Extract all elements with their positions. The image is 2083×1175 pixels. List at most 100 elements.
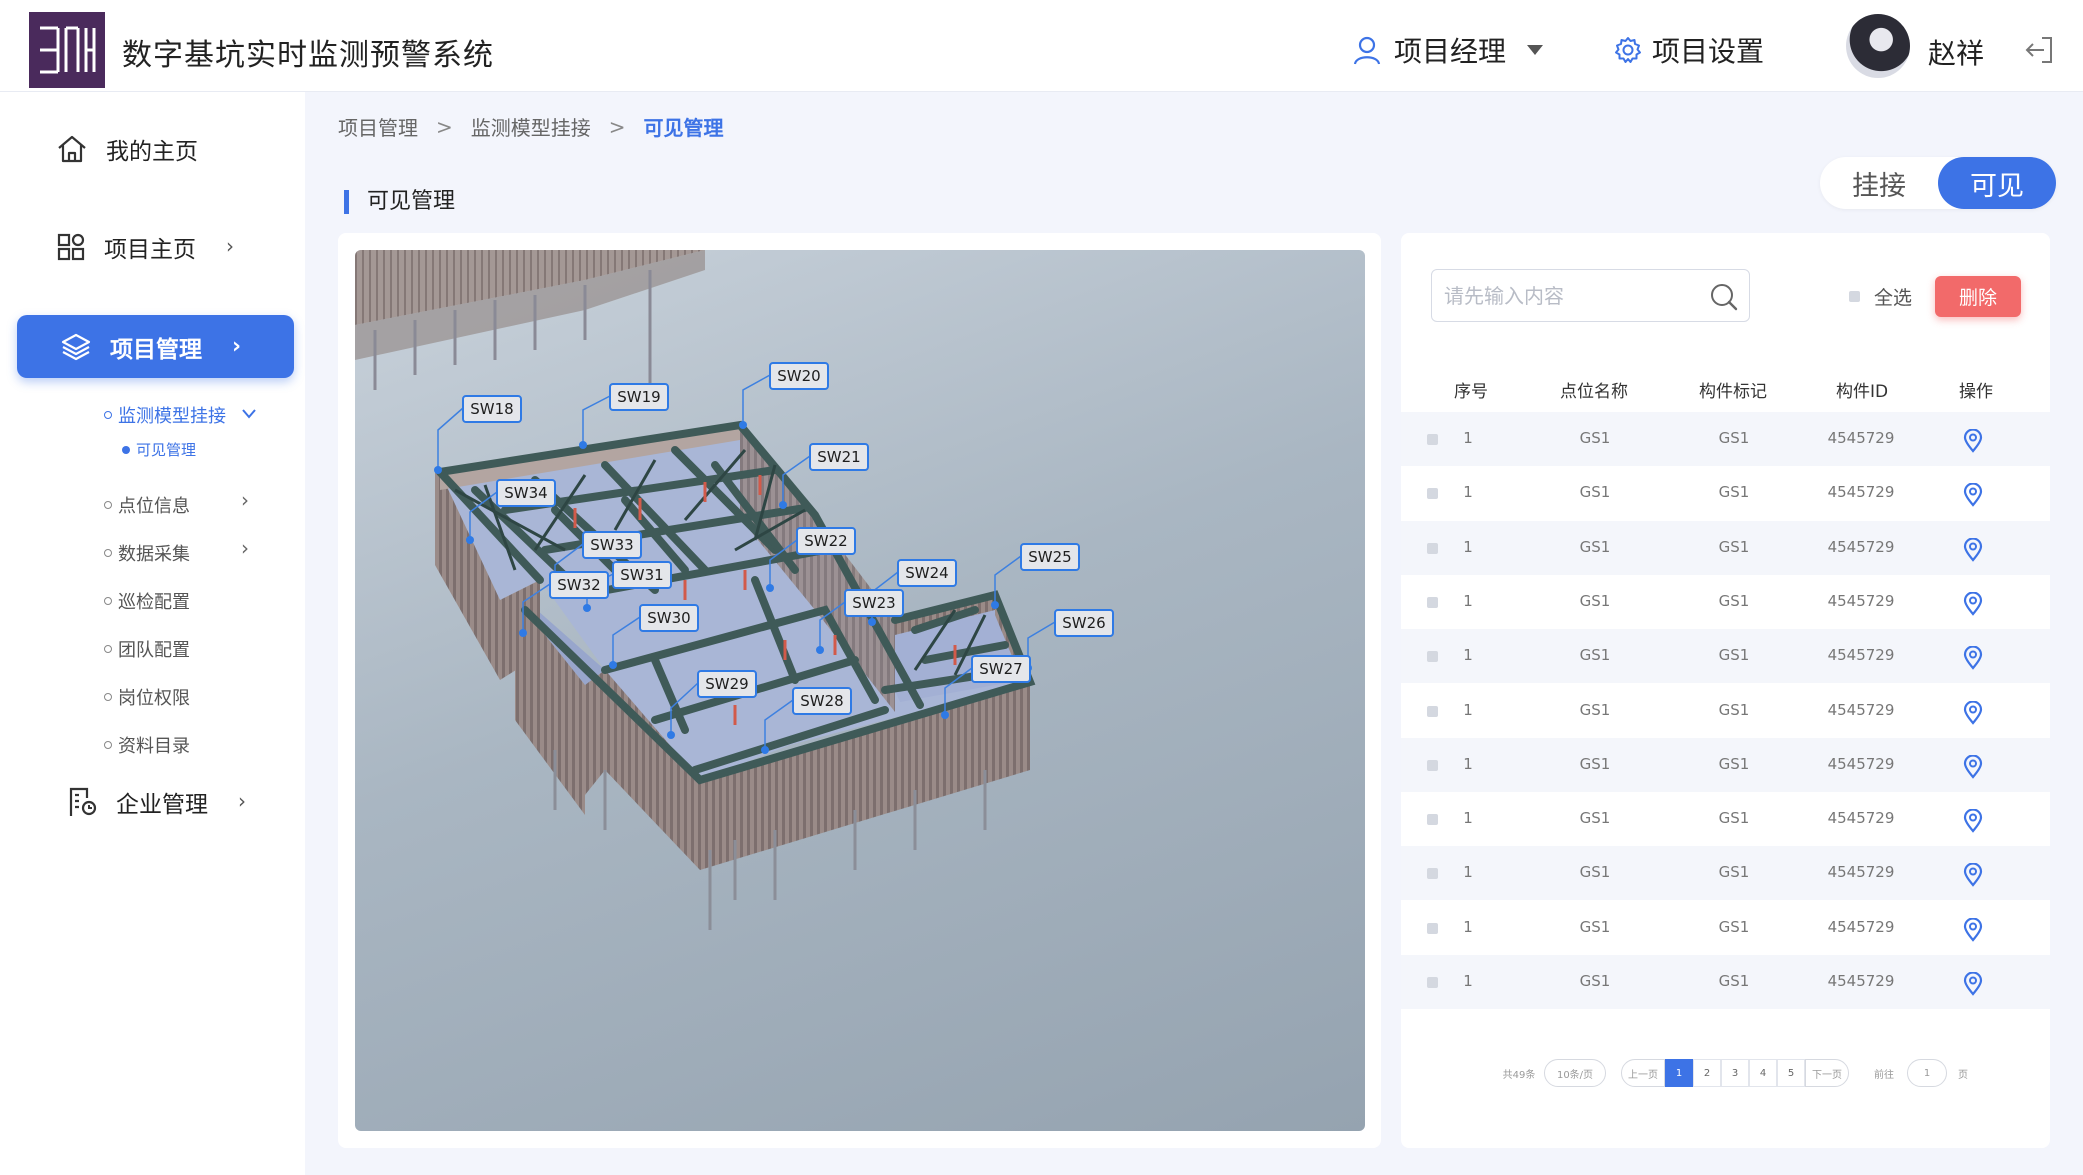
- sidebar-item-my-home[interactable]: 我的主页: [56, 132, 198, 166]
- sidebar-subitem-team-config[interactable]: 团队配置: [104, 636, 190, 662]
- delete-button[interactable]: 删除: [1935, 276, 2021, 317]
- model-label-sw28[interactable]: SW28: [792, 687, 852, 715]
- model-label-sw18[interactable]: SW18: [462, 395, 522, 423]
- bim-model-viewport[interactable]: SW18 SW19 SW20 SW21 SW22 SW23 SW24 SW25 …: [355, 250, 1365, 1131]
- model-label-sw30[interactable]: SW30: [639, 604, 699, 632]
- model-label-sw21[interactable]: SW21: [809, 443, 869, 471]
- page-button-3[interactable]: 3: [1721, 1059, 1749, 1087]
- location-pin-icon[interactable]: [1963, 754, 1983, 783]
- location-pin-icon[interactable]: [1963, 482, 1983, 511]
- model-label-sw25[interactable]: SW25: [1020, 543, 1080, 571]
- select-all-checkbox[interactable]: 全选: [1849, 283, 1912, 310]
- model-label-sw20[interactable]: SW20: [769, 362, 829, 390]
- sidebar-subitem-visible-management[interactable]: 可见管理: [122, 439, 196, 460]
- model-label-sw33[interactable]: SW33: [582, 531, 642, 559]
- model-label-sw31[interactable]: SW31: [612, 561, 672, 589]
- model-label-sw32[interactable]: SW32: [549, 571, 609, 599]
- location-pin-icon[interactable]: [1963, 645, 1983, 674]
- table-row[interactable]: 1 GS1 GS1 4545729: [1401, 520, 2050, 575]
- next-page-button[interactable]: 下一页: [1805, 1059, 1849, 1087]
- row-checkbox[interactable]: [1427, 977, 1438, 988]
- table-row[interactable]: 1 GS1 GS1 4545729: [1401, 955, 2050, 1009]
- toggle-mount-option[interactable]: 挂接: [1820, 157, 1938, 209]
- table-row[interactable]: 1 GS1 GS1 4545729: [1401, 684, 2050, 738]
- row-checkbox[interactable]: [1427, 759, 1438, 771]
- model-label-sw24[interactable]: SW24: [897, 559, 957, 587]
- location-pin-icon[interactable]: [1963, 917, 1983, 946]
- breadcrumb-current: 可见管理: [643, 116, 724, 140]
- table-row[interactable]: 1 GS1 GS1 4545729: [1401, 466, 2050, 520]
- avatar[interactable]: [1846, 14, 1910, 78]
- row-checkbox[interactable]: [1427, 596, 1438, 608]
- foundation-pit-3d-model[interactable]: SW18 SW19 SW20 SW21 SW22 SW23 SW24 SW25 …: [355, 250, 1365, 1131]
- table-row[interactable]: 1 GS1 GS1 4545729: [1401, 901, 2050, 955]
- table-row[interactable]: 1 GS1 GS1 4545729: [1401, 846, 2050, 901]
- prev-page-button[interactable]: 上一页: [1621, 1059, 1665, 1087]
- sidebar-item-enterprise-management[interactable]: 企业管理: [68, 785, 208, 819]
- project-settings-button[interactable]: 项目设置: [1614, 30, 1764, 70]
- sidebar-subitem-data-collection[interactable]: 数据采集: [104, 540, 190, 566]
- logout-button[interactable]: [2024, 36, 2054, 68]
- goto-page-input[interactable]: 1: [1907, 1059, 1947, 1087]
- sidebar-subitem-point-info[interactable]: 点位信息: [104, 492, 190, 518]
- model-label-sw26[interactable]: SW26: [1054, 609, 1114, 637]
- sidebar-subitem-inspection-config[interactable]: 巡检配置: [104, 588, 190, 614]
- page-button-2[interactable]: 2: [1693, 1059, 1721, 1087]
- breadcrumb-item[interactable]: 监测模型挂接: [471, 112, 591, 141]
- cell-component-id: 4545729: [1827, 700, 1895, 719]
- location-pin-icon[interactable]: [1963, 808, 1983, 837]
- sidebar-item-project-home[interactable]: 项目主页: [56, 230, 196, 264]
- table-row[interactable]: 1 GS1 GS1 4545729: [1401, 792, 2050, 846]
- sidebar-subitem-document-catalog[interactable]: 资料目录: [104, 732, 190, 758]
- search-icon[interactable]: [1709, 282, 1739, 312]
- location-pin-icon[interactable]: [1963, 862, 1983, 891]
- app-logo: [29, 12, 105, 88]
- cell-component-id: 4545729: [1827, 591, 1895, 610]
- sidebar: 我的主页 项目主页 › 项目管理 › 监测模型挂接 可见管理 点位信息 › 数据…: [0, 92, 305, 1175]
- model-label-sw34[interactable]: SW34: [496, 479, 556, 507]
- table-row[interactable]: 1 GS1 GS1 4545729: [1401, 737, 2050, 792]
- model-label-sw29[interactable]: SW29: [697, 670, 757, 698]
- role-dropdown[interactable]: 项目经理: [1352, 30, 1544, 70]
- location-pin-icon[interactable]: [1963, 537, 1983, 566]
- row-checkbox[interactable]: [1427, 488, 1438, 500]
- table-row[interactable]: 1 GS1 GS1 4545729: [1401, 575, 2050, 629]
- col-header-index: 序号: [1454, 382, 1488, 402]
- location-pin-icon[interactable]: [1963, 699, 1983, 729]
- logout-icon: [2025, 37, 2052, 63]
- gear-icon: [1615, 37, 1641, 63]
- chevron-right-icon: ›: [241, 488, 249, 512]
- row-checkbox[interactable]: [1427, 651, 1438, 663]
- toggle-visible-option[interactable]: 可见: [1938, 157, 2056, 209]
- model-panel: SW18 SW19 SW20 SW21 SW22 SW23 SW24 SW25 …: [338, 233, 1381, 1148]
- subitem-label: 资料目录: [118, 736, 190, 757]
- page-button-1[interactable]: 1: [1665, 1059, 1693, 1087]
- row-checkbox[interactable]: [1427, 542, 1438, 554]
- page-size-select[interactable]: 10条/页: [1544, 1059, 1606, 1087]
- table-row[interactable]: 1 GS1 GS1 4545729: [1401, 412, 2050, 466]
- table-row[interactable]: 1 GS1 GS1 4545729: [1401, 629, 2050, 684]
- row-checkbox[interactable]: [1427, 705, 1438, 717]
- location-pin-icon[interactable]: [1963, 428, 1983, 457]
- page-button-5[interactable]: 5: [1777, 1059, 1805, 1087]
- model-label-sw27[interactable]: SW27: [971, 655, 1031, 683]
- cell-index: 1: [1463, 863, 1473, 882]
- row-checkbox[interactable]: [1427, 868, 1438, 880]
- model-label-sw19[interactable]: SW19: [609, 383, 669, 411]
- location-pin-icon[interactable]: [1963, 591, 1983, 620]
- breadcrumb-item[interactable]: 项目管理: [338, 112, 418, 141]
- search-input[interactable]: [1444, 280, 1694, 312]
- location-pin-icon[interactable]: [1963, 971, 1983, 1000]
- pagination-total: 共49条: [1502, 1069, 1536, 1081]
- cell-index: 1: [1463, 537, 1473, 556]
- row-checkbox[interactable]: [1427, 922, 1438, 934]
- sidebar-item-project-management[interactable]: 项目管理 ›: [17, 315, 294, 378]
- sidebar-subitem-model-mount[interactable]: 监测模型挂接: [104, 402, 226, 428]
- cell-point-name: GS1: [1579, 972, 1611, 990]
- page-button-4[interactable]: 4: [1749, 1059, 1777, 1087]
- model-label-sw22[interactable]: SW22: [796, 527, 856, 555]
- row-checkbox[interactable]: [1427, 814, 1438, 826]
- model-label-sw23[interactable]: SW23: [844, 589, 904, 617]
- row-checkbox[interactable]: [1427, 434, 1438, 445]
- sidebar-subitem-post-permission[interactable]: 岗位权限: [104, 684, 190, 710]
